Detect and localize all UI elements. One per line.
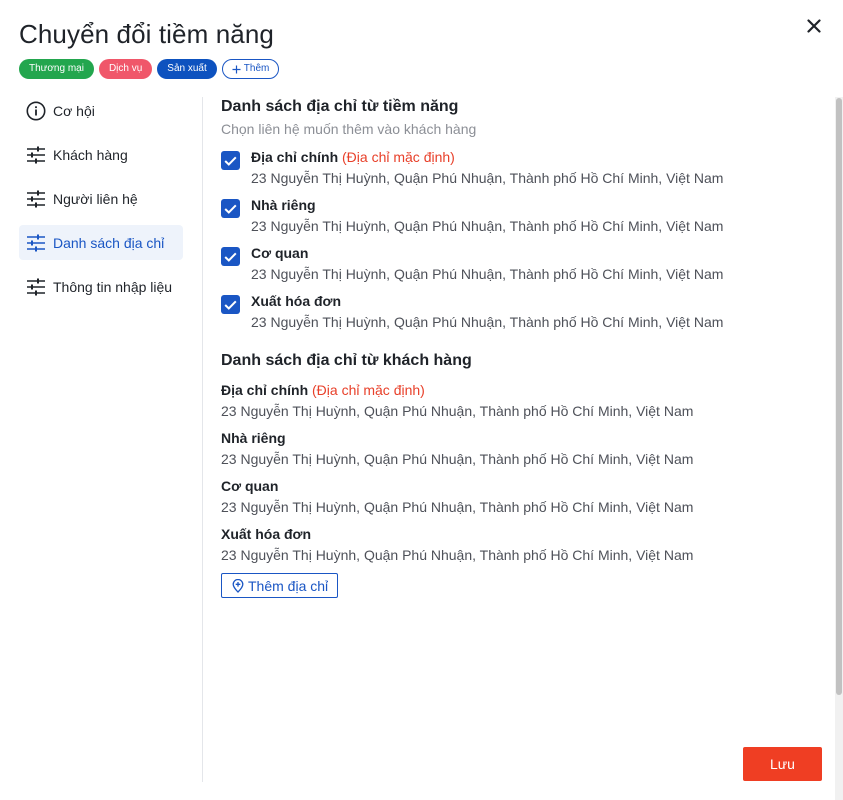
checkmark-icon [224,252,237,262]
lead-addresses-subtitle: Chọn liên hệ muốn thêm vào khách hàng [221,121,477,137]
address-name: Xuất hóa đơn [251,293,342,309]
address-name: Địa chỉ chính (Địa chỉ mặc định) [251,149,455,165]
sidebar-item-label: Người liên hệ [53,190,138,207]
sliders-icon [25,144,47,166]
customer-address-item: Nhà riêng 23 Nguyễn Thị Huỳnh, Quận Phú … [221,429,831,469]
address-name: Xuất hóa đơn [221,526,312,542]
address-text: 23 Nguyễn Thị Huỳnh, Quận Phú Nhuận, Thà… [251,266,724,282]
add-address-label: Thêm địa chỉ [248,577,329,594]
address-text: 23 Nguyễn Thị Huỳnh, Quận Phú Nhuận, Thà… [221,403,694,419]
lead-address-item: Nhà riêng 23 Nguyễn Thị Huỳnh, Quận Phú … [221,196,831,236]
address-text: 23 Nguyễn Thị Huỳnh, Quận Phú Nhuận, Thà… [251,170,724,186]
sidebar-item-co-hoi[interactable]: Cơ hội [19,93,183,128]
address-text: 23 Nguyễn Thị Huỳnh, Quận Phú Nhuận, Thà… [221,547,694,563]
add-address-button[interactable]: Thêm địa chỉ [221,573,339,598]
sidebar-item-label: Cơ hội [53,102,95,119]
address-checkbox[interactable] [221,247,240,266]
tag-thuong-mai[interactable]: Thương mại [19,59,94,79]
address-text: 23 Nguyễn Thị Huỳnh, Quận Phú Nhuận, Thà… [221,451,694,467]
info-icon [25,100,47,122]
close-icon [807,19,821,33]
default-address-label: (Địa chỉ mặc định) [342,149,455,165]
sidebar-nav: Cơ hội Khách hàng Người liên hệ Danh sác… [19,93,183,313]
address-checkbox[interactable] [221,295,240,314]
sidebar-item-khach-hang[interactable]: Khách hàng [19,137,183,172]
sidebar-item-label: Khách hàng [53,146,128,163]
tag-san-xuat[interactable]: Sản xuất [157,59,217,79]
add-tag-button[interactable]: Thêm [221,59,280,79]
address-text: 23 Nguyễn Thị Huỳnh, Quận Phú Nhuận, Thà… [251,314,724,330]
address-name: Nhà riêng [221,430,286,446]
customer-address-section: Danh sách địa chỉ từ khách hàng Địa chỉ … [221,351,831,598]
checkmark-icon [224,204,237,214]
divider [202,97,203,782]
sidebar-item-label: Thông tin nhập liệu [53,278,173,295]
sidebar-item-label: Danh sách địa chỉ [53,234,165,251]
address-name: Cơ quan [221,478,279,494]
lead-address-item: Xuất hóa đơn 23 Nguyễn Thị Huỳnh, Quận P… [221,292,831,332]
customer-addresses-title: Danh sách địa chỉ từ khách hàng [221,352,472,369]
lead-address-item: Địa chỉ chính (Địa chỉ mặc định) 23 Nguy… [221,148,831,188]
sidebar-item-thong-tin-nhap-lieu[interactable]: Thông tin nhập liệu [19,269,183,304]
address-text: 23 Nguyễn Thị Huỳnh, Quận Phú Nhuận, Thà… [251,218,724,234]
customer-address-item: Xuất hóa đơn 23 Nguyễn Thị Huỳnh, Quận P… [221,525,831,565]
customer-address-item: Cơ quan 23 Nguyễn Thị Huỳnh, Quận Phú Nh… [221,477,831,517]
address-text: 23 Nguyễn Thị Huỳnh, Quận Phú Nhuận, Thà… [221,499,694,515]
lead-address-item: Cơ quan 23 Nguyễn Thị Huỳnh, Quận Phú Nh… [221,244,831,284]
checkmark-icon [224,300,237,310]
address-panel: Danh sách địa chỉ từ tiềm năng Chọn liên… [221,97,831,598]
checkmark-icon [224,156,237,166]
lead-addresses-title: Danh sách địa chỉ từ tiềm năng [221,98,459,115]
address-name: Địa chỉ chính (Địa chỉ mặc định) [221,382,425,398]
tag-dich-vu[interactable]: Dịch vụ [98,59,153,79]
sidebar-item-nguoi-lien-he[interactable]: Người liên hệ [19,181,183,216]
address-checkbox[interactable] [221,199,240,218]
sliders-icon [25,276,47,298]
convert-lead-dialog: Chuyển đổi tiềm năng Thương mại Dịch vụ … [0,0,843,800]
location-plus-icon [232,578,244,593]
add-tag-label: Thêm [243,63,270,74]
lead-address-list: Địa chỉ chính (Địa chỉ mặc định) 23 Nguy… [221,148,831,332]
customer-address-item: Địa chỉ chính (Địa chỉ mặc định) 23 Nguy… [221,381,831,421]
scrollbar-thumb[interactable] [836,98,842,695]
address-checkbox[interactable] [221,151,240,170]
address-name: Nhà riêng [251,197,316,213]
tag-list: Thương mại Dịch vụ Sản xuất Thêm [19,59,280,79]
default-address-label: (Địa chỉ mặc định) [312,382,425,398]
plus-icon [232,65,241,73]
sliders-icon [25,188,47,210]
close-button[interactable] [804,16,824,36]
sliders-icon [25,232,47,254]
address-name: Cơ quan [251,245,309,261]
save-button[interactable]: Lưu [743,747,822,781]
sidebar-item-danh-sach-dia-chi[interactable]: Danh sách địa chỉ [19,225,183,260]
dialog-title: Chuyển đổi tiềm năng [19,19,274,49]
